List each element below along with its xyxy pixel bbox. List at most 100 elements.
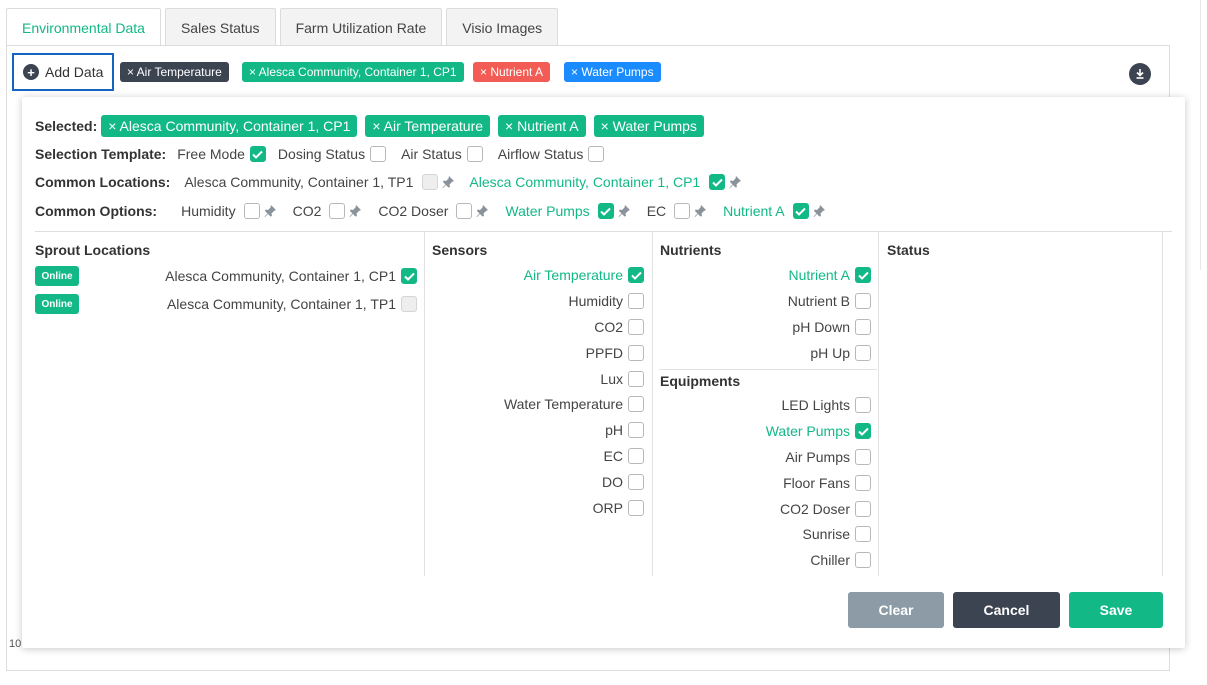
sensor-humidity[interactable]: Humidity bbox=[432, 291, 644, 311]
checkbox[interactable] bbox=[855, 475, 871, 491]
checkbox[interactable] bbox=[855, 267, 871, 283]
checkbox[interactable] bbox=[628, 396, 644, 412]
checkbox[interactable] bbox=[855, 526, 871, 542]
selected-chip-air-temperature[interactable]: × Air Temperature bbox=[365, 115, 491, 137]
common-option-water-pumps[interactable]: Water Pumps bbox=[505, 203, 630, 219]
nutrient-ph-down[interactable]: pH Down bbox=[660, 317, 871, 337]
checkbox[interactable] bbox=[456, 203, 473, 219]
checkbox[interactable] bbox=[422, 174, 439, 190]
checkbox[interactable] bbox=[792, 203, 809, 219]
checkbox[interactable] bbox=[855, 501, 871, 517]
checkbox[interactable] bbox=[628, 293, 644, 309]
checkbox[interactable] bbox=[370, 146, 387, 162]
sensor-lux[interactable]: Lux bbox=[432, 369, 644, 389]
sensor-ppfd[interactable]: PPFD bbox=[432, 343, 644, 363]
option-label: Dosing Status bbox=[277, 146, 366, 162]
equipment-water-pumps[interactable]: Water Pumps bbox=[660, 421, 871, 441]
checkbox[interactable] bbox=[588, 146, 605, 162]
checkbox[interactable] bbox=[628, 371, 644, 387]
tab-sales-status[interactable]: Sales Status bbox=[164, 8, 276, 46]
checkbox[interactable] bbox=[855, 449, 871, 465]
pin-icon[interactable] bbox=[728, 175, 742, 189]
chip-water-pumps[interactable]: × Water Pumps bbox=[564, 62, 661, 82]
tab-farm-utilization-rate[interactable]: Farm Utilization Rate bbox=[279, 8, 443, 46]
sprout-location-tp1[interactable]: Alesca Community, Container 1, TP1 bbox=[122, 294, 417, 314]
selected-chip-nutrient-a[interactable]: × Nutrient A bbox=[498, 115, 586, 137]
common-option-nutrient-a[interactable]: Nutrient A bbox=[723, 203, 825, 219]
template-air-status[interactable]: Air Status bbox=[401, 146, 483, 162]
checkbox[interactable] bbox=[855, 552, 871, 568]
sensor-ph[interactable]: pH bbox=[432, 420, 644, 440]
nutrient-b[interactable]: Nutrient B bbox=[660, 291, 871, 311]
checkbox[interactable] bbox=[401, 268, 417, 284]
chip-nutrient-a[interactable]: × Nutrient A bbox=[473, 62, 551, 82]
chip-location-cp1[interactable]: × Alesca Community, Container 1, CP1 bbox=[242, 62, 464, 82]
add-data-button[interactable]: + Add Data bbox=[12, 53, 114, 91]
equipment-sunrise[interactable]: Sunrise bbox=[660, 524, 871, 544]
column-divider bbox=[1162, 232, 1163, 576]
common-option-ec[interactable]: EC bbox=[647, 203, 707, 219]
checkbox[interactable] bbox=[243, 203, 260, 219]
equipment-co2-doser[interactable]: CO2 Doser bbox=[660, 499, 871, 519]
checkbox[interactable] bbox=[597, 203, 614, 219]
item-label: CO2 Doser bbox=[779, 501, 850, 517]
sensor-do[interactable]: DO bbox=[432, 472, 644, 492]
checkbox[interactable] bbox=[628, 267, 644, 283]
checkbox[interactable] bbox=[855, 293, 871, 309]
equipment-led-lights[interactable]: LED Lights bbox=[660, 395, 871, 415]
checkbox[interactable] bbox=[628, 319, 644, 335]
chip-air-temperature[interactable]: × Air Temperature bbox=[120, 62, 229, 82]
checkbox[interactable] bbox=[628, 474, 644, 490]
sensor-orp[interactable]: ORP bbox=[432, 498, 644, 518]
sensor-ec[interactable]: EC bbox=[432, 446, 644, 466]
selected-chip-water-pumps[interactable]: × Water Pumps bbox=[593, 115, 704, 137]
checkbox[interactable] bbox=[855, 319, 871, 335]
pin-icon[interactable] bbox=[348, 204, 362, 218]
common-option-co2-doser[interactable]: CO2 Doser bbox=[378, 203, 489, 219]
checkbox[interactable] bbox=[628, 422, 644, 438]
pin-icon[interactable] bbox=[693, 204, 707, 218]
template-free-mode[interactable]: Free Mode bbox=[177, 146, 266, 162]
checkbox[interactable] bbox=[249, 146, 266, 162]
sensor-co2[interactable]: CO2 bbox=[432, 317, 644, 337]
cancel-button[interactable]: Cancel bbox=[953, 592, 1060, 628]
sprout-location-cp1[interactable]: Alesca Community, Container 1, CP1 bbox=[122, 266, 417, 286]
divider bbox=[35, 231, 1172, 232]
equipment-floor-fans[interactable]: Floor Fans bbox=[660, 473, 871, 493]
common-option-humidity[interactable]: Humidity bbox=[181, 203, 276, 219]
checkbox[interactable] bbox=[628, 345, 644, 361]
common-location-cp1[interactable]: Alesca Community, Container 1, CP1 bbox=[469, 174, 742, 190]
checkbox[interactable] bbox=[466, 146, 483, 162]
checkbox[interactable] bbox=[329, 203, 346, 219]
tab-environmental-data[interactable]: Environmental Data bbox=[6, 8, 161, 47]
pin-icon[interactable] bbox=[617, 204, 631, 218]
checkbox[interactable] bbox=[628, 448, 644, 464]
common-location-tp1[interactable]: Alesca Community, Container 1, TP1 bbox=[184, 174, 455, 190]
nutrient-a[interactable]: Nutrient A bbox=[660, 265, 871, 285]
checkbox[interactable] bbox=[855, 397, 871, 413]
checkbox[interactable] bbox=[401, 296, 417, 312]
nutrient-ph-up[interactable]: pH Up bbox=[660, 343, 871, 363]
pin-icon[interactable] bbox=[475, 204, 489, 218]
equipment-air-pumps[interactable]: Air Pumps bbox=[660, 447, 871, 467]
sensor-water-temperature[interactable]: Water Temperature bbox=[432, 394, 644, 414]
equipment-chiller[interactable]: Chiller bbox=[660, 550, 871, 570]
tab-visio-images[interactable]: Visio Images bbox=[446, 8, 559, 46]
checkbox[interactable] bbox=[628, 500, 644, 516]
checkbox[interactable] bbox=[855, 345, 871, 361]
template-airflow-status[interactable]: Airflow Status bbox=[498, 146, 605, 162]
pin-icon[interactable] bbox=[263, 204, 277, 218]
clear-button[interactable]: Clear bbox=[848, 592, 944, 628]
item-label: Sunrise bbox=[802, 526, 850, 542]
template-dosing-status[interactable]: Dosing Status bbox=[277, 146, 387, 162]
checkbox[interactable] bbox=[674, 203, 691, 219]
save-button[interactable]: Save bbox=[1069, 592, 1163, 628]
checkbox[interactable] bbox=[855, 423, 871, 439]
common-option-co2[interactable]: CO2 bbox=[293, 203, 363, 219]
pin-icon[interactable] bbox=[441, 175, 455, 189]
sensor-air-temperature[interactable]: Air Temperature bbox=[432, 265, 644, 285]
checkbox[interactable] bbox=[709, 174, 726, 190]
selected-chip-location[interactable]: × Alesca Community, Container 1, CP1 bbox=[101, 115, 358, 137]
download-icon[interactable] bbox=[1129, 63, 1151, 85]
pin-icon[interactable] bbox=[812, 204, 826, 218]
